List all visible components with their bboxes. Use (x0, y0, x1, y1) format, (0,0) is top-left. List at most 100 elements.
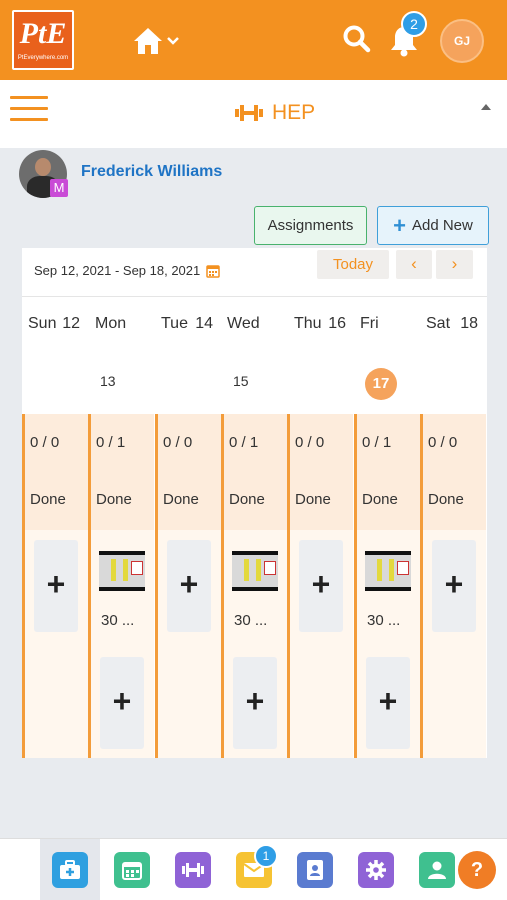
notification-count-badge: 2 (401, 11, 427, 37)
day-status: Done (163, 491, 199, 508)
hamburger-line (10, 107, 48, 110)
section-title: HEP (234, 101, 315, 125)
thumb-label (397, 561, 409, 575)
day-name: Wed (227, 315, 260, 332)
home-menu-button[interactable] (132, 22, 180, 60)
thumb-figure (244, 559, 249, 581)
add-new-label: Add New (411, 217, 473, 234)
patient-name[interactable]: Frederick Williams (81, 163, 222, 181)
nav-medkit-button[interactable] (52, 852, 88, 888)
exercise-thumbnail[interactable] (99, 551, 145, 591)
day-summary (158, 414, 221, 530)
day-count: 0 / 0 (295, 434, 325, 451)
add-exercise-button[interactable]: + (233, 657, 277, 749)
day-status: Done (30, 491, 66, 508)
exercise-thumbnail[interactable] (365, 551, 411, 591)
add-new-button[interactable]: + Add New (377, 206, 489, 245)
dumbbell-icon (235, 105, 263, 121)
day-status: Done (229, 491, 265, 508)
day-name: Sun (28, 315, 57, 332)
add-exercise-button[interactable]: + (432, 540, 476, 632)
search-button[interactable] (342, 24, 372, 59)
day-status: Done (362, 491, 398, 508)
app-logo[interactable]: PtE PtEverywhere.com (12, 10, 74, 70)
add-exercise-button[interactable]: + (34, 540, 78, 632)
day-summary (357, 414, 420, 530)
thumb-figure (389, 559, 394, 581)
day-count: 0 / 1 (362, 434, 392, 451)
calendar-icon[interactable] (206, 264, 220, 278)
hamburger-line (10, 96, 48, 99)
contacts-icon (307, 860, 323, 880)
calendar-icon (122, 862, 142, 880)
day-count: 0 / 1 (96, 434, 126, 451)
day-column-sun: 0 / 0 Done + (22, 414, 88, 758)
day-count: 0 / 0 (30, 434, 60, 451)
day-name: Sat (426, 315, 451, 332)
section-title-text: HEP (272, 101, 316, 124)
collapse-icon[interactable] (481, 104, 491, 110)
day-date: 12 (62, 315, 80, 332)
day-column-fri: 0 / 1 Done 30 ... + (354, 414, 420, 758)
dumbbell-icon (182, 863, 204, 877)
day-summary (91, 414, 154, 530)
next-week-button[interactable]: › (436, 250, 473, 279)
hamburger-line (10, 118, 48, 121)
add-exercise-button[interactable]: + (366, 657, 410, 749)
help-button[interactable]: ? (458, 851, 496, 889)
assignments-button[interactable]: Assignments (254, 206, 367, 245)
exercise-label[interactable]: 30 ... (367, 612, 400, 629)
day-date: 16 (328, 315, 346, 332)
logo-subtext: PtEverywhere.com (17, 55, 69, 61)
day-column-thu: 0 / 0 Done + (287, 414, 353, 758)
day-date: 14 (195, 315, 213, 332)
prev-week-button[interactable]: ‹ (396, 250, 432, 279)
exercise-label[interactable]: 30 ... (101, 612, 134, 629)
top-bar (0, 0, 507, 80)
day-summary (290, 414, 353, 530)
chevron-down-icon (167, 37, 179, 45)
add-exercise-button[interactable]: + (167, 540, 211, 632)
day-date-wed: 15 (233, 373, 249, 389)
day-name: Fri (360, 315, 379, 332)
day-date-mon: 13 (100, 373, 116, 389)
add-exercise-button[interactable]: + (100, 657, 144, 749)
nav-hep-button[interactable] (175, 852, 211, 888)
thumb-label (264, 561, 276, 575)
logo-text: PtE (19, 17, 67, 50)
search-icon (343, 25, 371, 53)
thumb-figure (123, 559, 128, 581)
nav-calendar-button[interactable] (114, 852, 150, 888)
date-range: Sep 12, 2021 - Sep 18, 2021 (34, 263, 220, 278)
day-status: Done (96, 491, 132, 508)
thumb-label (131, 561, 143, 575)
medkit-icon (60, 860, 80, 879)
day-date: 18 (460, 315, 478, 332)
calendar-divider (22, 296, 487, 297)
day-count: 0 / 1 (229, 434, 259, 451)
date-range-text: Sep 12, 2021 - Sep 18, 2021 (34, 263, 201, 278)
exercise-thumbnail[interactable] (232, 551, 278, 591)
day-name: Thu (294, 315, 322, 332)
add-exercise-button[interactable]: + (299, 540, 343, 632)
today-button[interactable]: Today (317, 250, 389, 279)
thumb-figure (111, 559, 116, 581)
day-column-sat: 0 / 0 Done + (420, 414, 486, 758)
menu-button[interactable] (10, 96, 48, 124)
exercise-label[interactable]: 30 ... (234, 612, 267, 629)
settings-icon (366, 860, 386, 880)
thumb-figure (256, 559, 261, 581)
day-status: Done (295, 491, 331, 508)
messages-count-badge: 1 (254, 844, 278, 868)
today-date-badge: 17 (365, 368, 397, 400)
nav-settings-button[interactable] (358, 852, 394, 888)
day-status: Done (428, 491, 464, 508)
nav-profile-button[interactable] (419, 852, 455, 888)
nav-contacts-button[interactable] (297, 852, 333, 888)
user-avatar[interactable]: GJ (440, 19, 484, 63)
thumb-figure (377, 559, 382, 581)
day-column-tue: 0 / 0 Done + (155, 414, 221, 758)
avatar-head (35, 158, 51, 176)
day-summary (423, 414, 486, 530)
plus-icon: + (393, 212, 406, 238)
